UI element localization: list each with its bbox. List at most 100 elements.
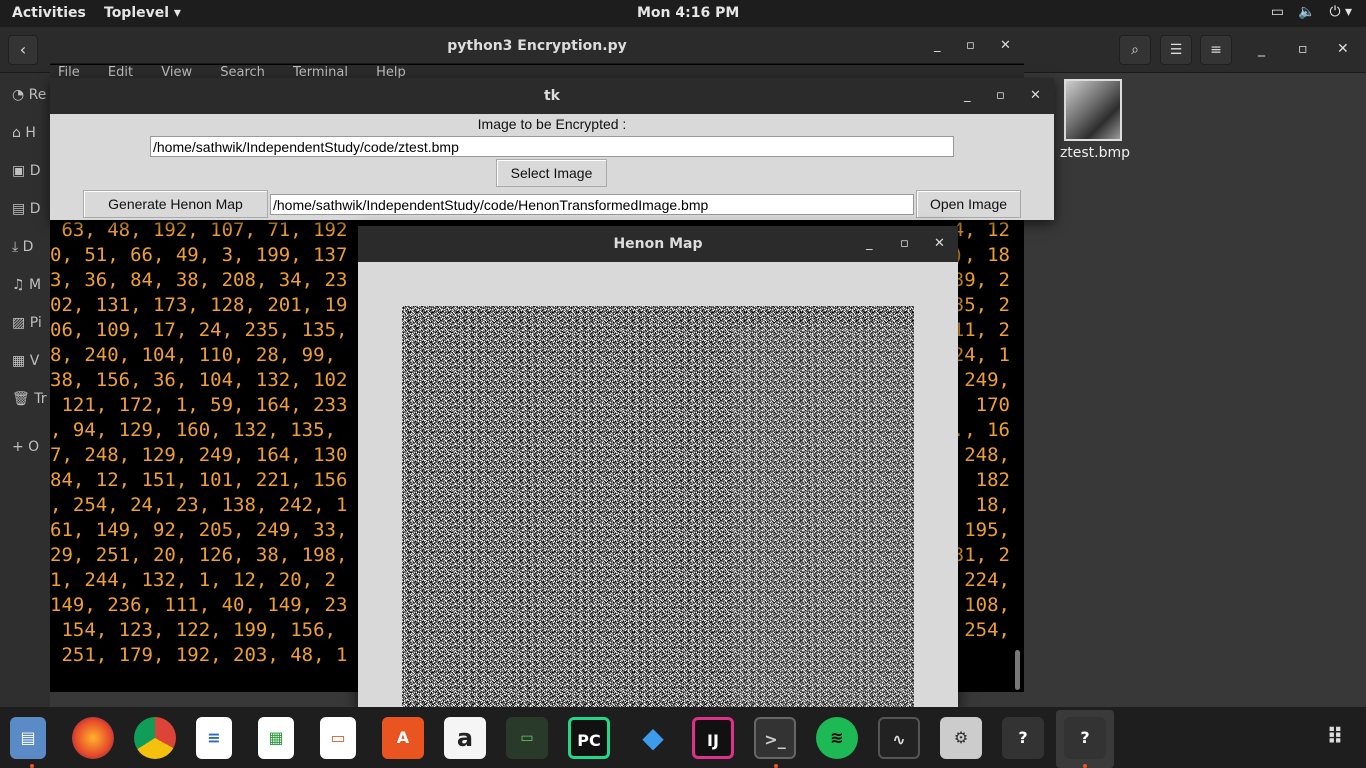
terminal-line-right: 254,	[964, 619, 1010, 641]
toplevel-active-icon[interactable]: ?	[1064, 717, 1106, 759]
minimize-icon[interactable]: _	[1258, 41, 1265, 57]
menu-icon[interactable]: ≡	[1200, 35, 1232, 65]
sidebar-item-documents[interactable]: ▤ D	[12, 201, 40, 217]
terminal-icon[interactable]: >_	[754, 717, 796, 759]
back-button[interactable]: ‹	[8, 35, 38, 65]
vscode-icon[interactable]: ◆	[632, 717, 674, 759]
terminal-line-left: 38, 156, 36, 104, 132, 102	[50, 369, 348, 391]
spotify-icon[interactable]: ≋	[816, 717, 858, 759]
terminal-line-left: 7, 248, 129, 249, 164, 130	[50, 444, 348, 466]
terminal-line-left: 154, 123, 122, 199, 156,	[50, 619, 336, 641]
running-indicator	[30, 764, 34, 768]
select-image-button[interactable]: Select Image	[496, 159, 607, 187]
sidebar-item-music[interactable]: ♫ M	[12, 277, 41, 293]
activities-button[interactable]: Activities	[12, 5, 86, 21]
list-view-icon[interactable]: ☰	[1160, 35, 1192, 65]
terminal-line-left: , 254, 24, 23, 138, 242, 1	[50, 494, 348, 516]
terminal-line-right: 31, 2	[952, 544, 1010, 566]
software-icon[interactable]: A	[382, 717, 424, 759]
open-image-button[interactable]: Open Image	[916, 190, 1021, 218]
terminal-line-left: 02, 131, 173, 128, 201, 19	[50, 294, 348, 316]
tk-window: tk _ ▫ ✕ Image to be Encrypted : Select …	[50, 78, 1054, 220]
impress-icon[interactable]: ▭	[320, 717, 356, 759]
file-label: ztest.bmp	[1059, 145, 1131, 161]
search-icon[interactable]: ⌕	[1119, 35, 1151, 65]
minimize-icon[interactable]: _	[934, 28, 941, 64]
amazon-icon[interactable]: a	[444, 717, 486, 759]
close-icon[interactable]: ✕	[934, 226, 945, 262]
terminal-line-right: 18,	[975, 494, 1010, 516]
terminal-line-left: 63, 48, 192, 107, 71, 192	[50, 219, 348, 241]
output-path-input[interactable]	[270, 194, 914, 215]
intellij-icon[interactable]: IJ	[692, 717, 734, 759]
files-icon[interactable]: ▤	[10, 717, 46, 759]
terminal-line-right: 11, 2	[952, 319, 1010, 341]
minimize-icon[interactable]: _	[964, 78, 971, 114]
maximize-icon[interactable]: ▫	[1298, 41, 1308, 57]
minimize-icon[interactable]: _	[866, 226, 873, 262]
chrome-icon[interactable]	[134, 717, 176, 759]
screen-icon[interactable]: ▭	[1271, 4, 1284, 20]
sidebar-item-pictures[interactable]: ▨ Pi	[12, 315, 42, 331]
terminal-line-left: 251, 179, 192, 203, 48, 1	[50, 644, 348, 666]
terminal-line-left: 8, 240, 104, 110, 28, 99,	[50, 344, 336, 366]
volume-icon[interactable]: 🔈	[1298, 4, 1315, 20]
maximize-icon[interactable]: ▫	[996, 78, 1005, 114]
henon-map-window: Henon Map _ ▫ ✕	[358, 226, 958, 708]
image-thumbnail	[1064, 79, 1122, 141]
maximize-icon[interactable]: ▫	[966, 28, 975, 64]
terminal-line-right: 182	[975, 469, 1010, 491]
noise-image	[402, 306, 914, 708]
battery-icon[interactable]: ▭	[506, 717, 548, 759]
terminal-line-right: 170	[975, 394, 1010, 416]
sidebar-item-other-locations[interactable]: + O	[12, 439, 39, 455]
terminal-line-right: 39, 2	[952, 269, 1010, 291]
close-icon[interactable]: ✕	[1030, 78, 1041, 114]
power-icon[interactable]: ⏻ ▾	[1329, 4, 1352, 20]
generate-henon-map-button[interactable]: Generate Henon Map	[83, 190, 268, 218]
firefox-icon[interactable]	[72, 717, 114, 759]
tk-title: tk	[50, 78, 1054, 114]
terminal-menubar: File Edit View Search Terminal Help	[50, 65, 1024, 79]
sidebar-item-recent[interactable]: ◔ Re	[12, 87, 46, 103]
mixer-icon[interactable]: ⚙	[940, 717, 982, 759]
terminal-line-left: 06, 109, 17, 24, 235, 135,	[50, 319, 348, 341]
app-grid-icon[interactable]: ⠿	[1314, 717, 1356, 759]
menu-terminal[interactable]: Terminal	[293, 65, 348, 79]
terminal-line-left: 149, 236, 111, 40, 149, 23	[50, 594, 348, 616]
henon-transformed-image	[402, 306, 914, 708]
terminal-line-left: 84, 12, 151, 101, 221, 156	[50, 469, 348, 491]
terminal-line-right: 24, 1	[952, 344, 1010, 366]
close-icon[interactable]: ✕	[1337, 41, 1349, 57]
terminal-title: python3 Encryption.py	[50, 28, 1024, 64]
menu-view[interactable]: View	[161, 65, 192, 79]
terminal-line-right: 195,	[964, 519, 1010, 541]
terminal-line-right: 248,	[964, 444, 1010, 466]
sidebar-item-desktop[interactable]: ▣ D	[12, 163, 40, 179]
menu-file[interactable]: File	[58, 65, 80, 79]
calc-icon[interactable]: ▦	[258, 717, 294, 759]
sidebar-item-videos[interactable]: ▦ V	[12, 353, 39, 369]
writer-icon[interactable]: ≡	[196, 717, 232, 759]
sidebar-item-home[interactable]: ⌂ H	[12, 125, 36, 141]
maximize-icon[interactable]: ▫	[900, 226, 909, 262]
terminal-line-right: ), 18	[952, 244, 1010, 266]
menu-edit[interactable]: Edit	[108, 65, 133, 79]
terminal-line-right: 249,	[964, 369, 1010, 391]
toplevel-icon[interactable]: ?	[1002, 717, 1044, 759]
sidebar-item-trash[interactable]: 🗑 Tr	[12, 391, 46, 407]
system-tray[interactable]: ▭ 🔈 ⏻ ▾	[1271, 4, 1352, 20]
app-menu[interactable]: Toplevel ▾	[104, 5, 181, 21]
terminal-scrollbar[interactable]	[1015, 650, 1020, 690]
sidebar-item-downloads[interactable]: ⤓ D	[12, 239, 33, 255]
system-monitor-icon[interactable]: ∿	[878, 717, 920, 759]
file-item[interactable]: ztest.bmp	[1050, 79, 1140, 161]
menu-help[interactable]: Help	[376, 65, 406, 79]
close-icon[interactable]: ✕	[1000, 28, 1011, 64]
source-path-input[interactable]	[150, 136, 954, 157]
clock[interactable]: Mon 4:16 PM	[637, 5, 739, 21]
sidebar: ◔ Re ⌂ H ▣ D ▤ D ⤓ D ♫ M ▨ Pi ▦ V 🗑 Tr +…	[0, 73, 50, 713]
terminal-line-right: ., 16	[952, 419, 1010, 441]
menu-search[interactable]: Search	[220, 65, 265, 79]
pycharm-icon[interactable]: PC	[568, 717, 610, 759]
